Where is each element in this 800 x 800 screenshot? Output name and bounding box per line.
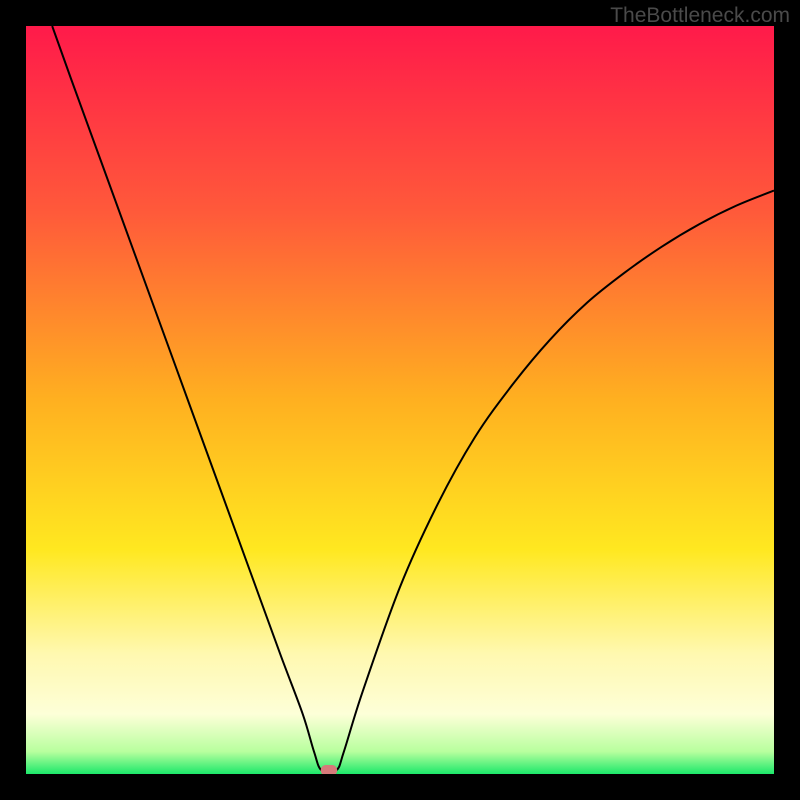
plot-area bbox=[26, 26, 774, 774]
chart-container: TheBottleneck.com bbox=[0, 0, 800, 800]
optimal-marker bbox=[321, 765, 337, 774]
watermark-text: TheBottleneck.com bbox=[610, 4, 790, 28]
chart-svg bbox=[26, 26, 774, 774]
gradient-background bbox=[26, 26, 774, 774]
